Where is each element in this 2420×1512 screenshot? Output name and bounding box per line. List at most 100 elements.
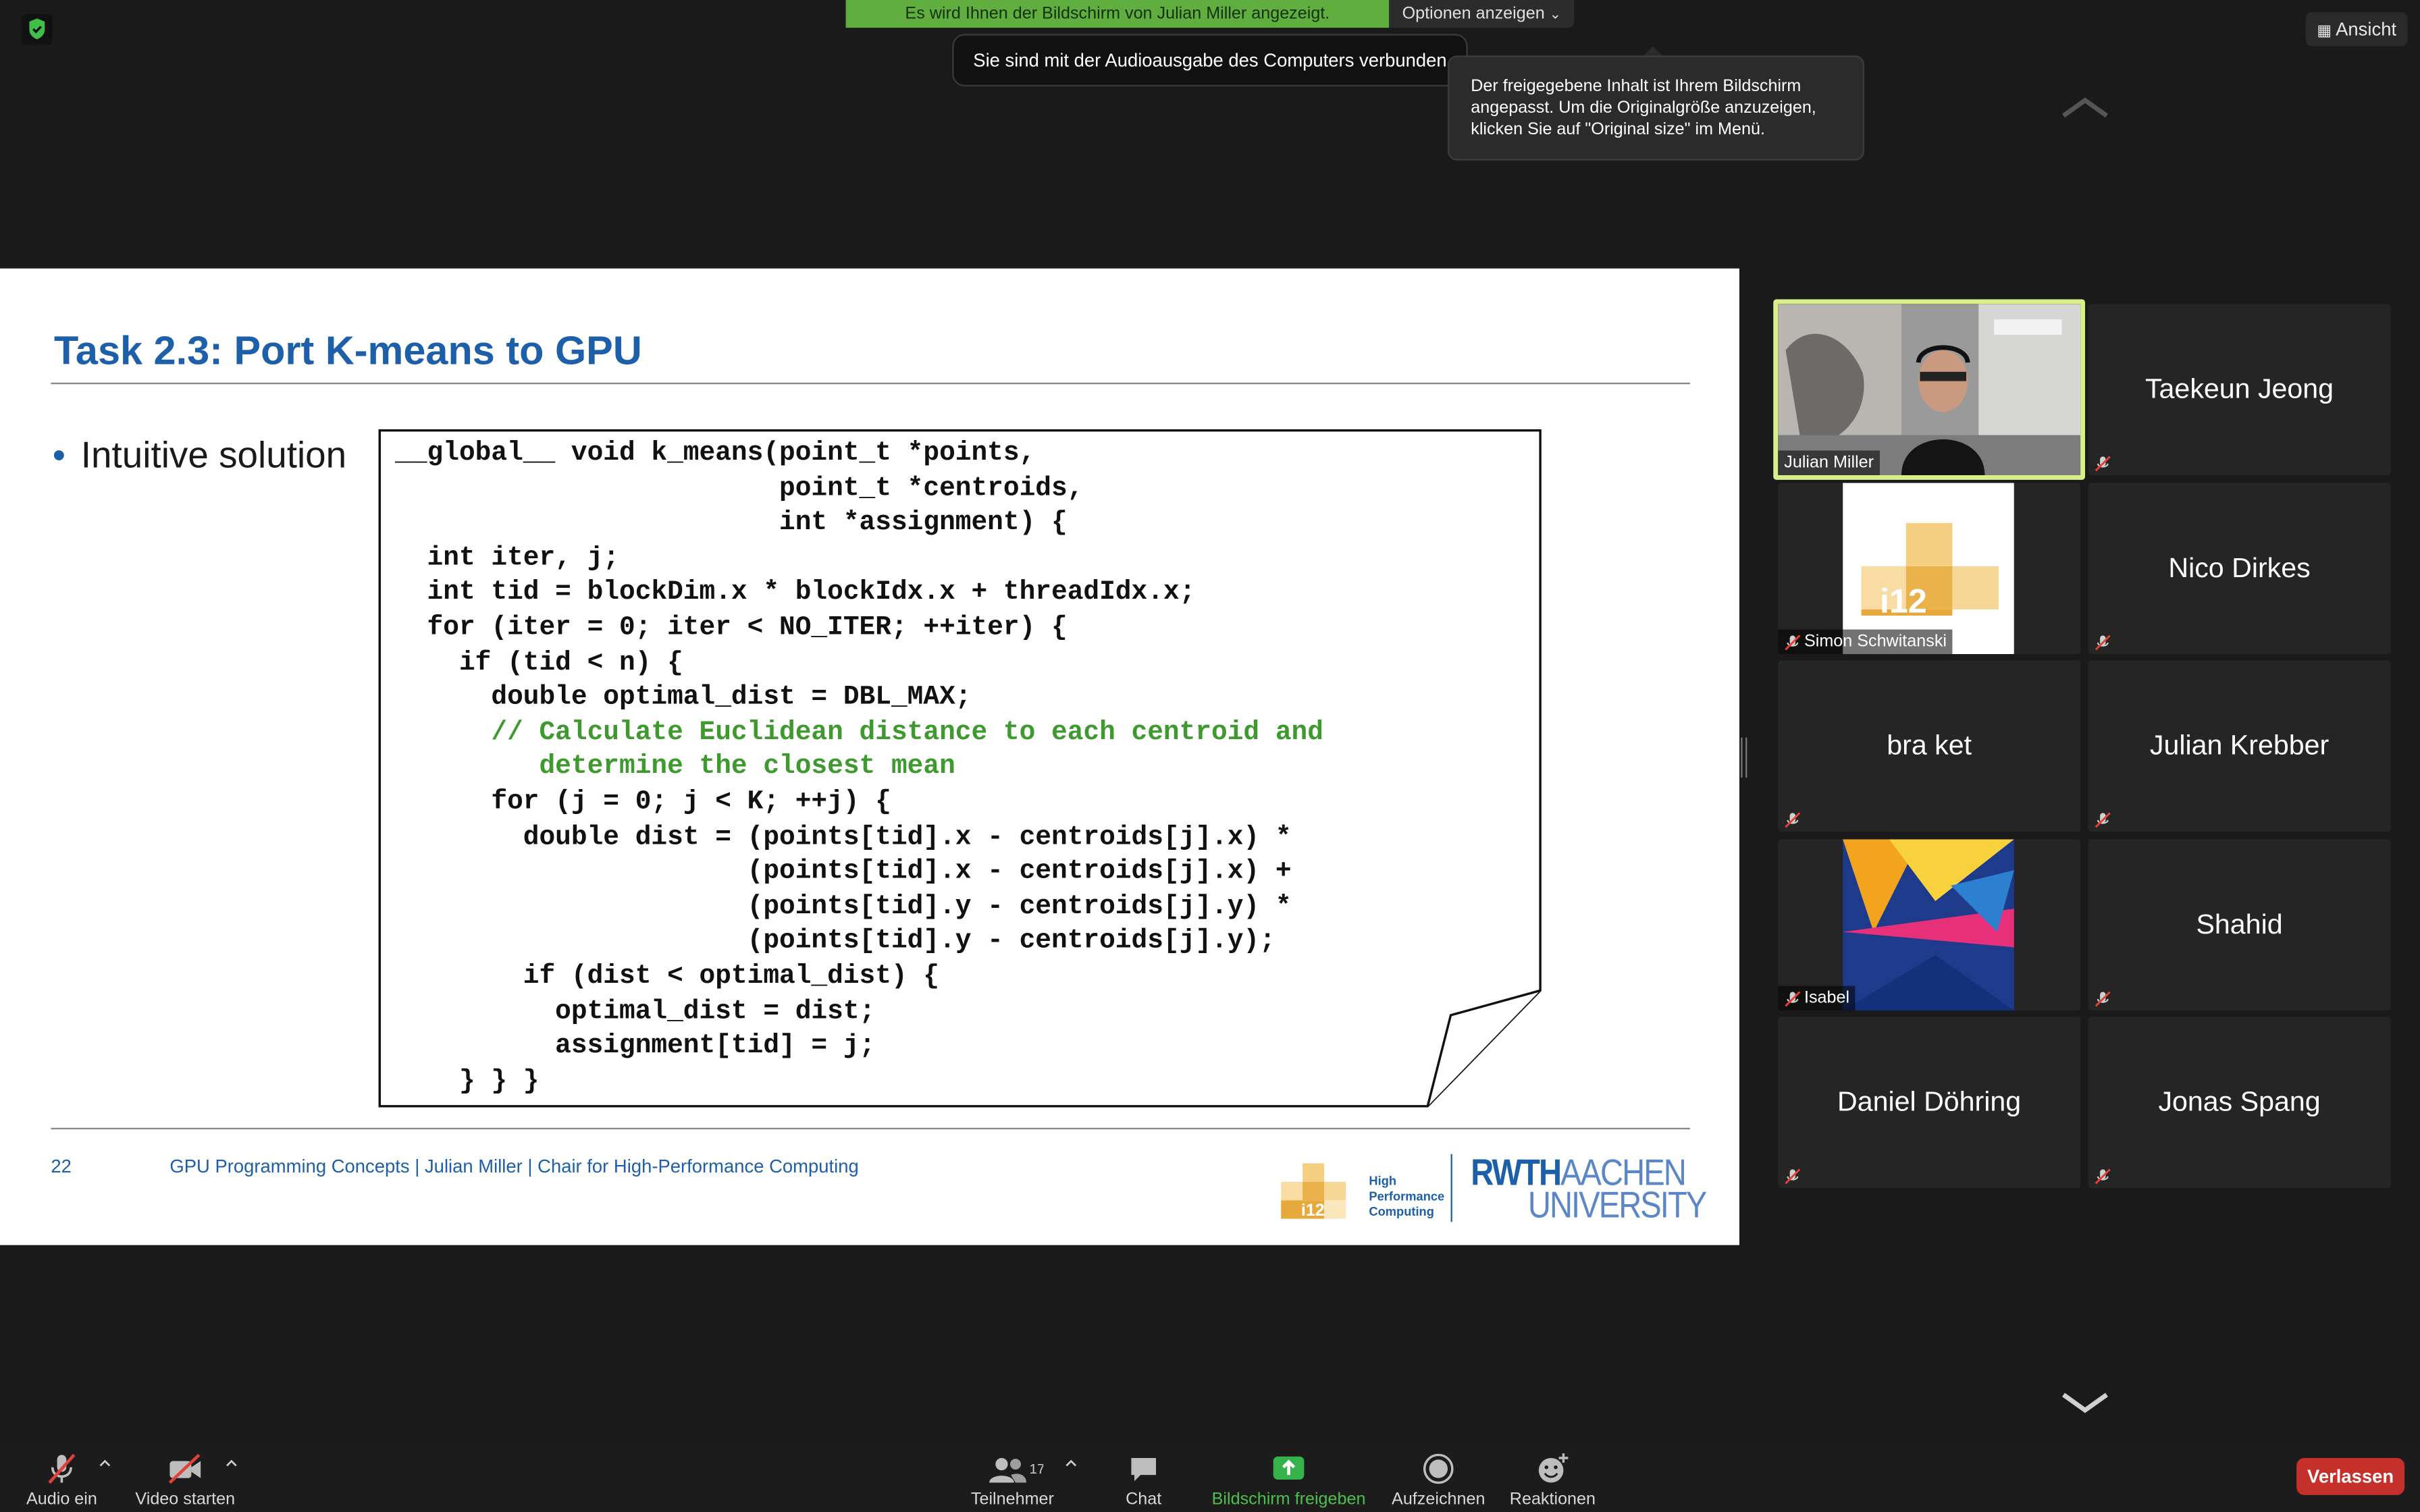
participant-tile[interactable]: Julian Miller bbox=[1773, 299, 2085, 480]
hpc-line: High bbox=[1369, 1174, 1397, 1188]
code-line: assignment[tid] = j; bbox=[395, 1032, 876, 1062]
security-shield-icon[interactable] bbox=[21, 14, 53, 45]
shared-screen-slide: Task 2.3: Port K-means to GPU • Intuitive… bbox=[0, 268, 1739, 1245]
participant-tile[interactable]: Julian Krebber bbox=[2088, 660, 2391, 832]
participant-name: Jonas Spang bbox=[2158, 1086, 2321, 1117]
view-button[interactable]: ▦ Ansicht bbox=[2305, 12, 2408, 47]
share-screen-button[interactable]: Bildschirm freigeben bbox=[1204, 1441, 1373, 1512]
options-label: Optionen anzeigen bbox=[1402, 4, 1545, 24]
bullet-point: • Intuitive solution bbox=[53, 435, 346, 479]
reactions-button[interactable]: Reaktionen bbox=[1503, 1441, 1602, 1512]
video-label: Video starten bbox=[135, 1490, 236, 1509]
bullet-icon: • bbox=[52, 435, 65, 477]
code-comment-line: determine the closest mean bbox=[395, 753, 955, 783]
footer-divider bbox=[51, 1127, 1690, 1130]
view-label: Ansicht bbox=[2336, 18, 2397, 40]
svg-text:i12: i12 bbox=[1880, 581, 1927, 620]
code-line: int tid = blockDim.x * blockIdx.x + thre… bbox=[395, 578, 1196, 609]
reactions-emoji-icon bbox=[1538, 1453, 1569, 1483]
participant-tile[interactable]: i12 Simon Schwitanski bbox=[1778, 483, 2081, 655]
participants-button[interactable]: 17 Teilnehmer bbox=[960, 1441, 1065, 1512]
code-line: __global__ void k_means(point_t *points, bbox=[395, 439, 1036, 469]
code-line: for (j = 0; j < K; ++j) { bbox=[395, 788, 891, 818]
chat-button[interactable]: Chat bbox=[1105, 1441, 1182, 1512]
muted-microphone-icon bbox=[1784, 988, 1801, 1007]
share-label: Bildschirm freigeben bbox=[1211, 1490, 1366, 1509]
reactions-label: Reaktionen bbox=[1509, 1490, 1596, 1509]
code-line: optimal_dist = dist; bbox=[395, 997, 876, 1027]
participant-tile[interactable]: Nico Dirkes bbox=[2088, 483, 2391, 655]
screen-share-banner: Es wird Ihnen der Bildschirm von Julian … bbox=[845, 0, 1390, 28]
muted-microphone-icon bbox=[1784, 631, 1801, 651]
bullet-text: Intuitive solution bbox=[80, 435, 347, 477]
muted-microphone-icon bbox=[2095, 1165, 2111, 1185]
logo-divider bbox=[1450, 1154, 1452, 1222]
participant-tile[interactable]: Shahid bbox=[2088, 839, 2391, 1011]
participant-tile[interactable]: Taekeun Jeong bbox=[2088, 304, 2391, 475]
tooltip-line: angepasst. Um die Originalgröße anzuzeig… bbox=[1471, 99, 1816, 117]
caret-up-icon[interactable] bbox=[226, 1458, 238, 1467]
code-line: double dist = (points[tid].x - centroids… bbox=[395, 823, 1292, 853]
tooltip-line: Der freigegebene Inhalt ist Ihrem Bildsc… bbox=[1471, 77, 1801, 96]
participant-tile[interactable]: bra ket bbox=[1778, 660, 2081, 832]
meeting-toolbar: Audio ein Video starten 17 Teilnehmer bbox=[0, 1440, 2420, 1512]
video-button[interactable]: Video starten bbox=[126, 1441, 244, 1512]
participant-name: Shahid bbox=[2196, 909, 2283, 940]
hpc-logo-text: High Performance Computing bbox=[1369, 1174, 1444, 1220]
view-options-button[interactable]: Optionen anzeigen ⌄ bbox=[1389, 0, 1575, 28]
record-icon bbox=[1423, 1453, 1454, 1484]
participants-icon: 17 bbox=[989, 1457, 1044, 1483]
zoom-meeting-window: Es wird Ihnen der Bildschirm von Julian … bbox=[0, 0, 2420, 1512]
participant-tile[interactable]: Jonas Spang bbox=[2088, 1017, 2391, 1188]
participant-name: Nico Dirkes bbox=[2168, 552, 2311, 583]
record-button[interactable]: Aufzeichnen bbox=[1386, 1441, 1491, 1512]
leave-meeting-button[interactable]: Verlassen bbox=[2296, 1457, 2405, 1495]
participant-name: Julian Krebber bbox=[2149, 730, 2330, 761]
caret-up-icon[interactable] bbox=[1065, 1458, 1077, 1467]
muted-microphone-icon bbox=[48, 1453, 76, 1484]
fit-to-screen-tooltip: Der freigegebene Inhalt ist Ihrem Bildsc… bbox=[1447, 55, 1865, 161]
video-off-icon bbox=[168, 1453, 201, 1484]
muted-microphone-icon bbox=[2095, 452, 2111, 472]
participant-tile[interactable]: Daniel Döhring bbox=[1778, 1017, 2081, 1188]
audio-button[interactable]: Audio ein bbox=[16, 1441, 108, 1512]
title-divider bbox=[51, 382, 1690, 385]
code-line: (points[tid].x - centroids[j].x) + bbox=[395, 858, 1292, 888]
participant-name: Taekeun Jeong bbox=[2145, 373, 2334, 404]
i12-avatar: i12 bbox=[1843, 483, 2014, 655]
i12-logo-text: i12 bbox=[1301, 1201, 1325, 1219]
code-line: } } } bbox=[395, 1066, 540, 1097]
grid-view-icon: ▦ bbox=[2317, 23, 2332, 40]
muted-microphone-icon bbox=[1784, 1165, 1801, 1185]
hpc-line: Computing bbox=[1369, 1205, 1434, 1219]
code-line: if (tid < n) { bbox=[395, 649, 683, 678]
code-line: double optimal_dist = DBL_MAX; bbox=[395, 683, 972, 713]
caret-up-icon[interactable] bbox=[99, 1458, 111, 1467]
chat-icon bbox=[1131, 1457, 1156, 1482]
participant-count: 17 bbox=[1030, 1461, 1044, 1477]
chat-label: Chat bbox=[1126, 1490, 1162, 1509]
slide-number: 22 bbox=[51, 1155, 72, 1177]
abstract-avatar bbox=[1843, 839, 2014, 1011]
muted-microphone-icon bbox=[2095, 988, 2111, 1007]
participant-name-tag: Simon Schwitanski bbox=[1778, 629, 1953, 655]
chevron-down-icon[interactable] bbox=[2059, 1387, 2111, 1418]
code-line: int *assignment) { bbox=[395, 509, 1068, 539]
panel-resize-handle[interactable] bbox=[1741, 737, 1747, 778]
code-comment-line: // Calculate Euclidean distance to each … bbox=[395, 718, 1323, 748]
i12-logo: i12 bbox=[1281, 1163, 1346, 1219]
code-line: (points[tid].y - centroids[j].y) * bbox=[395, 892, 1292, 923]
muted-microphone-icon bbox=[1784, 809, 1801, 828]
share-screen-icon bbox=[1273, 1456, 1305, 1480]
audio-connected-toast: Sie sind mit der Audioausgabe des Comput… bbox=[952, 34, 1468, 86]
chevron-down-icon: ⌄ bbox=[1549, 6, 1561, 22]
muted-microphone-icon bbox=[2095, 809, 2111, 828]
tooltip-line: klicken Sie auf "Original size" im Menü. bbox=[1471, 120, 1765, 139]
participant-video bbox=[1778, 304, 2081, 475]
participant-tile[interactable]: Isabel bbox=[1778, 839, 2081, 1011]
code-line: (points[tid].y - centroids[j].y); bbox=[395, 927, 1275, 957]
slide-footer: GPU Programming Concepts | Julian Miller… bbox=[169, 1155, 859, 1177]
slide-title: Task 2.3: Port K-means to GPU bbox=[53, 327, 642, 374]
hpc-line: Performance bbox=[1369, 1189, 1445, 1204]
chevron-up-icon[interactable] bbox=[2059, 92, 2111, 124]
